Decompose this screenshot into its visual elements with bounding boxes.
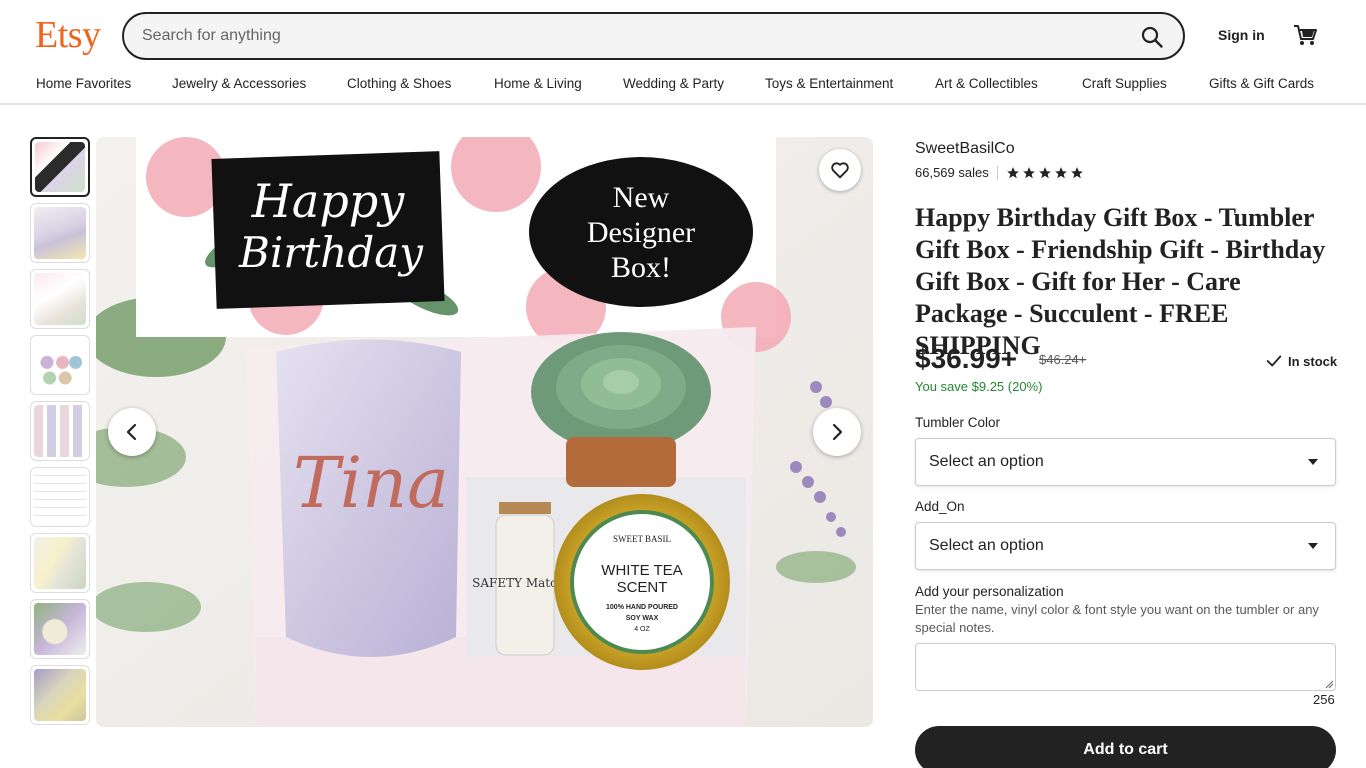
favorite-button[interactable] [819,149,861,191]
star-icon [1022,166,1035,178]
svg-text:4 OZ: 4 OZ [634,626,650,633]
nav-art-collectibles[interactable]: Art & Collectibles [935,76,1038,91]
nav-jewelry-accessories[interactable]: Jewelry & Accessories [172,76,306,91]
svg-text:WHITE TEA: WHITE TEA [601,562,682,579]
original-price: $46.24+ [1039,352,1087,367]
savings-text: You save $9.25 (20%) [915,379,1043,394]
add-on-value: Select an option [929,537,1044,554]
svg-text:Designer: Designer [587,216,695,249]
star-icon [1070,166,1083,178]
checkmark-icon [1266,355,1282,367]
thumbnail[interactable] [30,401,90,461]
previous-image-button[interactable] [108,408,156,456]
add-to-cart-button[interactable]: Add to cart [915,726,1336,768]
product-photo: Happy Birthday New Designer Box! Tina SA… [96,137,873,727]
nav-home-favorites[interactable]: Home Favorites [36,76,131,91]
caret-down-icon [1308,459,1318,465]
personalization-help: Enter the name, vinyl color & font style… [915,602,1319,635]
svg-text:Box!: Box! [611,251,671,284]
stock-status: In stock [1265,352,1337,370]
thumbnail[interactable] [30,137,90,197]
nav-clothing-shoes[interactable]: Clothing & Shoes [347,76,451,91]
personalization-input[interactable] [915,643,1336,691]
heart-icon [831,162,849,179]
search-icon[interactable] [1139,24,1165,50]
thumbnail[interactable] [30,599,90,659]
add-on-select[interactable]: Select an option [915,522,1336,570]
svg-text:SCENT: SCENT [617,579,668,596]
tumbler-color-label: Tumbler Color [915,415,1001,430]
personalization-label: Add your personalization [915,584,1064,599]
header: Etsy Sign in [0,0,1366,70]
thumbnail[interactable] [30,335,90,395]
thumbnail[interactable] [30,665,90,725]
cart-icon[interactable] [1291,21,1319,49]
next-image-button[interactable] [813,408,861,456]
svg-text:SOY WAX: SOY WAX [626,615,659,622]
shop-name-link[interactable]: SweetBasilCo [915,140,1015,158]
svg-text:New: New [613,181,670,214]
svg-text:Tina: Tina [293,442,449,524]
sales-count: 66,569 sales [915,165,989,180]
svg-text:100% HAND POURED: 100% HAND POURED [606,604,678,611]
tumbler-color-value: Select an option [929,453,1044,470]
chevron-right-icon [832,423,843,441]
character-count: 256 [1313,692,1335,707]
nav-gifts-gift-cards[interactable]: Gifts & Gift Cards [1209,76,1314,91]
thumbnail[interactable] [30,533,90,593]
nav-home-living[interactable]: Home & Living [494,76,582,91]
etsy-logo[interactable]: Etsy [35,13,101,57]
star-icon [1006,166,1019,178]
price: $36.99+ [915,343,1017,374]
divider [996,165,998,180]
resize-handle-icon[interactable] [1324,679,1334,689]
svg-text:Happy: Happy [251,174,405,228]
nav-craft-supplies[interactable]: Craft Supplies [1082,76,1167,91]
rating-stars[interactable] [1006,166,1084,180]
svg-text:Birthday: Birthday [238,228,424,277]
sign-in-link[interactable]: Sign in [1218,27,1265,43]
nav-toys-entertainment[interactable]: Toys & Entertainment [765,76,893,91]
thumbnail[interactable] [30,203,90,263]
search-bar[interactable] [122,12,1185,60]
chevron-left-icon [126,423,137,441]
tumbler-color-select[interactable]: Select an option [915,438,1336,486]
main-product-image[interactable]: Happy Birthday New Designer Box! Tina SA… [96,137,873,727]
category-nav: Home Favorites Jewelry & Accessories Clo… [0,70,1366,105]
search-input[interactable] [142,24,1102,48]
shop-stats: 66,569 sales [915,165,1084,180]
svg-text:SWEET BASIL: SWEET BASIL [613,534,671,544]
listing-title: Happy Birthday Gift Box - Tumbler Gift B… [915,203,1326,360]
caret-down-icon [1308,543,1318,549]
nav-wedding-party[interactable]: Wedding & Party [623,76,724,91]
thumbnail[interactable] [30,467,90,527]
star-icon [1054,166,1067,178]
thumbnail[interactable] [30,269,90,329]
add-on-label: Add_On [915,499,965,514]
stock-label: In stock [1288,353,1338,369]
star-icon [1038,166,1051,178]
